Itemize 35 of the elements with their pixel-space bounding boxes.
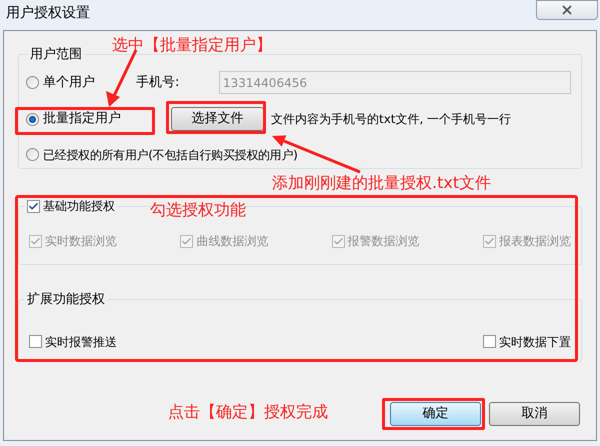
annotation-text: 点击【确定】授权完成 (168, 401, 328, 423)
checkbox-label: 曲线数据浏览 (196, 233, 268, 250)
check-icon (28, 200, 39, 212)
annotation-text: 添加刚刚建的批量授权.txt文件 (272, 172, 492, 194)
radio-label: 单个用户 (43, 74, 95, 92)
annotation-text: 选中【批量指定用户】 (112, 34, 272, 56)
close-button[interactable] (536, 0, 598, 20)
check-icon (30, 236, 41, 246)
check-icon (484, 236, 495, 246)
radio-button[interactable] (26, 148, 39, 161)
phone-label: 手机号: (136, 74, 180, 92)
checkbox-label: 报表数据浏览 (498, 233, 571, 250)
checkbox-label: 实时数据下置 (499, 334, 571, 350)
select-file-button[interactable]: 选择文件 (171, 107, 264, 131)
checkbox-label: 报警数据浏览 (348, 233, 420, 250)
window-title: 用户授权设置 (6, 4, 90, 23)
annotation-text: 勾选授权功能 (150, 199, 246, 221)
checkbox-label: 实时数据浏览 (45, 233, 117, 250)
radio-button[interactable] (26, 112, 39, 126)
group-title: 用户范围 (29, 46, 83, 64)
checkbox-label: 实时报警推送 (45, 334, 117, 350)
checkbox-label: 基础功能授权 (43, 198, 115, 215)
radio-button[interactable] (26, 76, 39, 89)
group-title: 扩展功能授权 (26, 291, 106, 309)
file-hint: 文件内容为手机号的txt文件, 一个手机号一行 (271, 111, 512, 128)
check-icon (332, 236, 344, 246)
ok-button[interactable]: 确定 (390, 402, 481, 426)
checkbox[interactable] (483, 335, 496, 348)
cancel-button[interactable]: 取消 (489, 402, 580, 426)
checkbox[interactable] (29, 335, 42, 348)
check-icon (181, 236, 192, 246)
close-icon (560, 3, 574, 17)
checkbox[interactable] (27, 200, 40, 212)
radio-label: 批量指定用户 (43, 110, 121, 128)
radio-label: 已经授权的所有用户(不包括自行购买授权的用户) (43, 146, 298, 164)
